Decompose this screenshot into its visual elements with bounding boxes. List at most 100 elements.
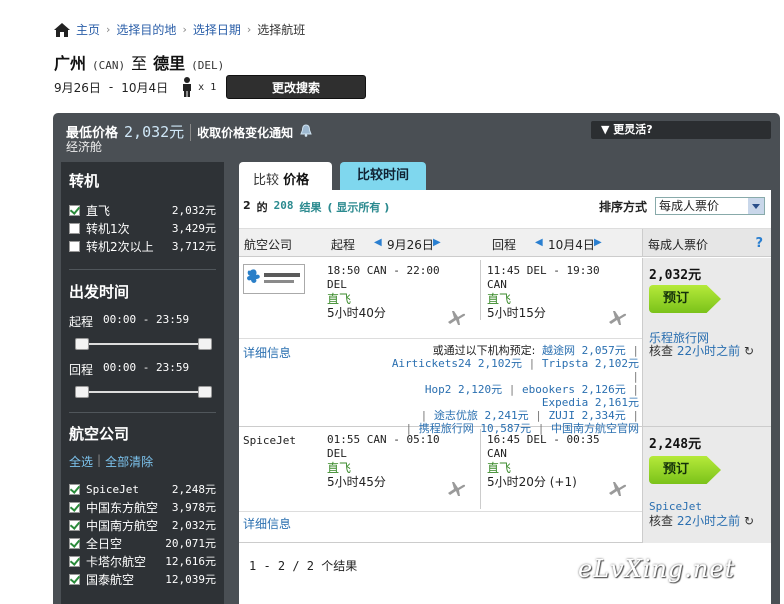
stops-filter-nonstop[interactable]: 直飞 2,032元: [69, 201, 216, 219]
checkbox[interactable]: [69, 555, 80, 567]
bell-icon[interactable]: [299, 124, 313, 137]
header-airline: 航空公司: [244, 238, 293, 252]
range-value: 00:00 - 23:59: [103, 313, 190, 326]
checkbox[interactable]: [69, 204, 80, 216]
details-link[interactable]: 详细信息: [243, 344, 291, 361]
leg-arrival-code: DEL: [327, 447, 347, 460]
return-leg: 16:45 DEL - 00:35 CAN 直飞 5小时20分 (+1): [487, 433, 600, 489]
prev-date-icon[interactable]: ◀: [535, 237, 543, 248]
filter-label: 直飞: [86, 203, 111, 218]
checkbox[interactable]: [69, 483, 80, 495]
filter-price: 2,032元: [171, 204, 216, 217]
result-count: 2 的 208 结果 ( 显示所有 ): [243, 199, 389, 215]
filter-label: 转机1次: [86, 221, 130, 236]
sort-select[interactable]: 每成人票价: [655, 197, 765, 215]
show-all-link[interactable]: ( 显示所有 ): [328, 199, 390, 215]
airline-filter-spicejet[interactable]: SpiceJet 2,248元: [69, 480, 216, 498]
airline-filter-ana[interactable]: 全日空 20,071元: [69, 534, 216, 552]
filter-price: 12,039元: [165, 573, 216, 586]
prev-date-icon[interactable]: ◀: [374, 237, 382, 248]
checkbox[interactable]: [69, 240, 80, 252]
slider-track: [79, 343, 208, 345]
checkbox[interactable]: [69, 501, 80, 513]
breadcrumb-home[interactable]: 主页: [76, 21, 100, 38]
filter-price: 3,978元: [171, 501, 216, 514]
price-alert-link[interactable]: 收取价格变化通知: [190, 124, 293, 141]
range-value: 00:00 - 23:59: [103, 361, 190, 374]
slider-max-handle[interactable]: [198, 338, 212, 350]
airline-filter-china-eastern[interactable]: 中国东方航空 3,978元: [69, 498, 216, 516]
departure-time-title: 出发时间: [69, 283, 130, 301]
agency-link[interactable]: ebookers 2,126元: [522, 383, 626, 396]
header-return: 回程: [492, 238, 517, 252]
cabin-class: 经济舱: [66, 140, 103, 154]
lowest-price-value: 2,032元: [124, 123, 185, 141]
refresh-icon[interactable]: ↻: [744, 344, 754, 358]
agency-link[interactable]: Hop2 2,120元: [425, 383, 502, 396]
outbound-time-slider[interactable]: [75, 338, 212, 350]
breadcrumb-dates[interactable]: 选择日期: [193, 21, 241, 38]
range-label: 起程: [69, 315, 94, 329]
return-time-slider[interactable]: [75, 386, 212, 398]
flexible-dates-label: 更灵活?: [613, 123, 653, 136]
slider-min-handle[interactable]: [75, 338, 89, 350]
help-icon[interactable]: ?: [755, 236, 763, 251]
tab-compare-time[interactable]: 比较时间: [340, 162, 426, 190]
checkbox[interactable]: [69, 519, 80, 531]
stops-filter-one[interactable]: 转机1次 3,429元: [69, 219, 216, 237]
refresh-icon[interactable]: ↻: [744, 514, 754, 528]
header-outbound: 起程: [331, 238, 356, 252]
next-date-icon[interactable]: ▶: [594, 237, 602, 248]
link-separator: |: [97, 453, 102, 467]
flexible-dates-toggle[interactable]: ▼ 更灵活?: [591, 121, 771, 139]
agency-link[interactable]: ZUJI 2,334元: [549, 409, 626, 422]
header-price: 每成人票价?: [642, 229, 771, 256]
destination-code: (DEL): [191, 59, 225, 72]
book-button[interactable]: 预订: [649, 456, 721, 484]
clear-all-link[interactable]: 全部清除: [105, 453, 153, 470]
airline-logo-icon: [247, 269, 300, 283]
tab-prefix: 比较: [253, 173, 280, 188]
agency-link[interactable]: 越途网 2,057元: [542, 344, 626, 357]
price-column: 2,032元 预订 乐程旅行网 核查 22小时之前 ↻: [642, 258, 771, 426]
checkbox[interactable]: [69, 222, 80, 234]
tab-compare-price[interactable]: 比较 价格: [239, 162, 332, 192]
breadcrumb-destination[interactable]: 选择目的地: [116, 21, 176, 38]
airline-filter-cathay[interactable]: 国泰航空 12,039元: [69, 570, 216, 588]
next-date-icon[interactable]: ▶: [433, 237, 441, 248]
checkbox[interactable]: [69, 573, 80, 585]
checked-time: 22小时之前: [676, 344, 741, 358]
airline-select-links: 全选 | 全部清除: [69, 453, 216, 470]
agency-link[interactable]: Tripsta 2,102元: [542, 357, 639, 370]
outbound-leg: 18:50 CAN - 22:00 DEL 直飞 5小时40分: [327, 264, 440, 320]
chevron-down-icon[interactable]: [748, 198, 764, 214]
airline-filter-china-southern[interactable]: 中国南方航空 2,032元: [69, 516, 216, 534]
leg-times: 18:50 CAN - 22:00: [327, 264, 440, 277]
filter-price: 20,071元: [165, 537, 216, 550]
agency-link[interactable]: Airtickets24 2,102元: [392, 357, 522, 370]
range-label: 回程: [69, 363, 94, 377]
slider-max-handle[interactable]: [198, 386, 212, 398]
checkbox[interactable]: [69, 537, 80, 549]
total-suffix: 结果: [299, 201, 322, 214]
home-icon[interactable]: [54, 22, 70, 37]
flight-card: 2,248元 预订 SpiceJet 核查 22小时之前 ↻ SpiceJet …: [239, 427, 771, 543]
breadcrumb-current: 选择航班: [257, 23, 306, 37]
change-search-button[interactable]: 更改搜索: [226, 75, 366, 99]
plane-icon: [609, 482, 627, 496]
filter-price: 2,032元: [171, 519, 216, 532]
filter-price: 2,248元: [171, 483, 216, 496]
book-button[interactable]: 预订: [649, 285, 721, 313]
pager-range: 1 - 2 / 2: [249, 559, 315, 573]
airline-filter-qatar[interactable]: 卡塔尔航空 12,616元: [69, 552, 216, 570]
select-all-link[interactable]: 全选: [69, 453, 93, 470]
slider-min-handle[interactable]: [75, 386, 89, 398]
leg-divider: [480, 260, 481, 320]
china-southern-logo: [243, 264, 305, 294]
agency-link[interactable]: Expedia 2,161元: [542, 396, 639, 409]
checked-label: 核查: [649, 514, 674, 528]
passenger-count: x 1: [198, 81, 217, 93]
details-link[interactable]: 详细信息: [243, 515, 291, 532]
stops-filter-two-plus[interactable]: 转机2次以上 3,712元: [69, 237, 216, 255]
agency-link[interactable]: 途志优旅 2,241元: [434, 409, 529, 422]
